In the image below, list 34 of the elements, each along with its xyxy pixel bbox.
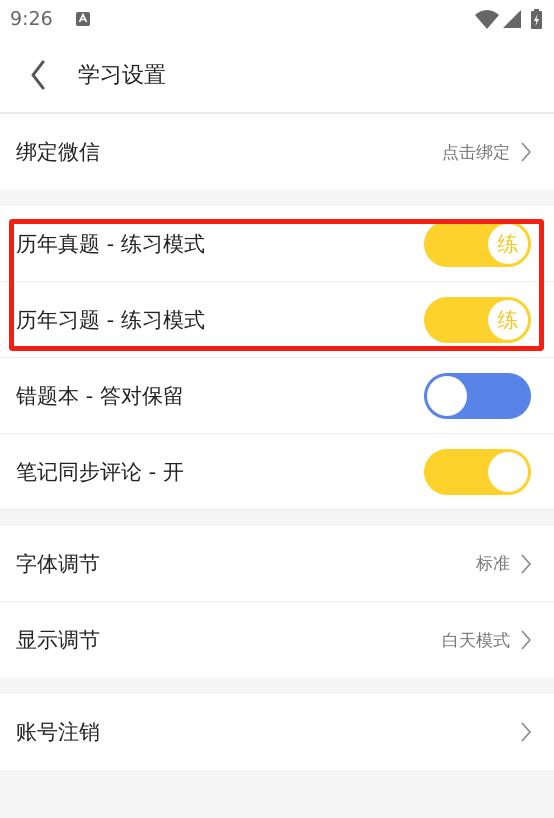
page-title: 学习设置 [78, 62, 166, 90]
row-value: 标准 [476, 553, 510, 575]
row-label: 绑定微信 [16, 139, 100, 166]
row-value: 点击绑定 [442, 142, 510, 164]
chevron-right-icon [520, 141, 532, 163]
chevron-right-icon [520, 629, 532, 651]
settings-row[interactable]: 错题本 - 答对保留 [0, 358, 554, 434]
knob-label: 练 [498, 230, 518, 258]
settings-row[interactable]: 字体调节 标准 [0, 526, 554, 602]
settings-row[interactable]: 笔记同步评论 - 开 [0, 434, 554, 510]
chevron-right-icon [520, 721, 532, 743]
keyboard-notification-icon [74, 11, 91, 27]
battery-icon [531, 9, 542, 29]
toggle-switch[interactable] [424, 448, 531, 494]
settings-row[interactable]: 绑定微信 点击绑定 [0, 114, 554, 190]
settings-row[interactable]: 显示调节 白天模式 [0, 602, 554, 678]
toggle-switch[interactable] [424, 372, 531, 418]
wifi-icon [475, 9, 499, 29]
row-label: 字体调节 [16, 550, 100, 578]
row-label: 错题本 - 答对保留 [16, 382, 184, 410]
row-label: 历年真题 - 练习模式 [16, 230, 205, 258]
row-label: 历年习题 - 练习模式 [16, 306, 205, 334]
settings-row[interactable]: 历年习题 - 练习模式 练 [0, 282, 554, 358]
chevron-right-icon [520, 552, 532, 574]
row-label: 显示调节 [16, 627, 100, 654]
back-icon[interactable] [30, 60, 46, 90]
row-value: 白天模式 [442, 630, 510, 652]
knob-label: 练 [498, 306, 518, 334]
settings-row[interactable]: 账号注销 [0, 694, 554, 770]
settings-row[interactable]: 历年真题 - 练习模式 练 [0, 206, 554, 282]
status-time: 9:26 [10, 8, 53, 30]
row-label: 账号注销 [16, 719, 100, 746]
signal-icon [503, 10, 521, 28]
row-label: 笔记同步评论 - 开 [16, 458, 184, 486]
